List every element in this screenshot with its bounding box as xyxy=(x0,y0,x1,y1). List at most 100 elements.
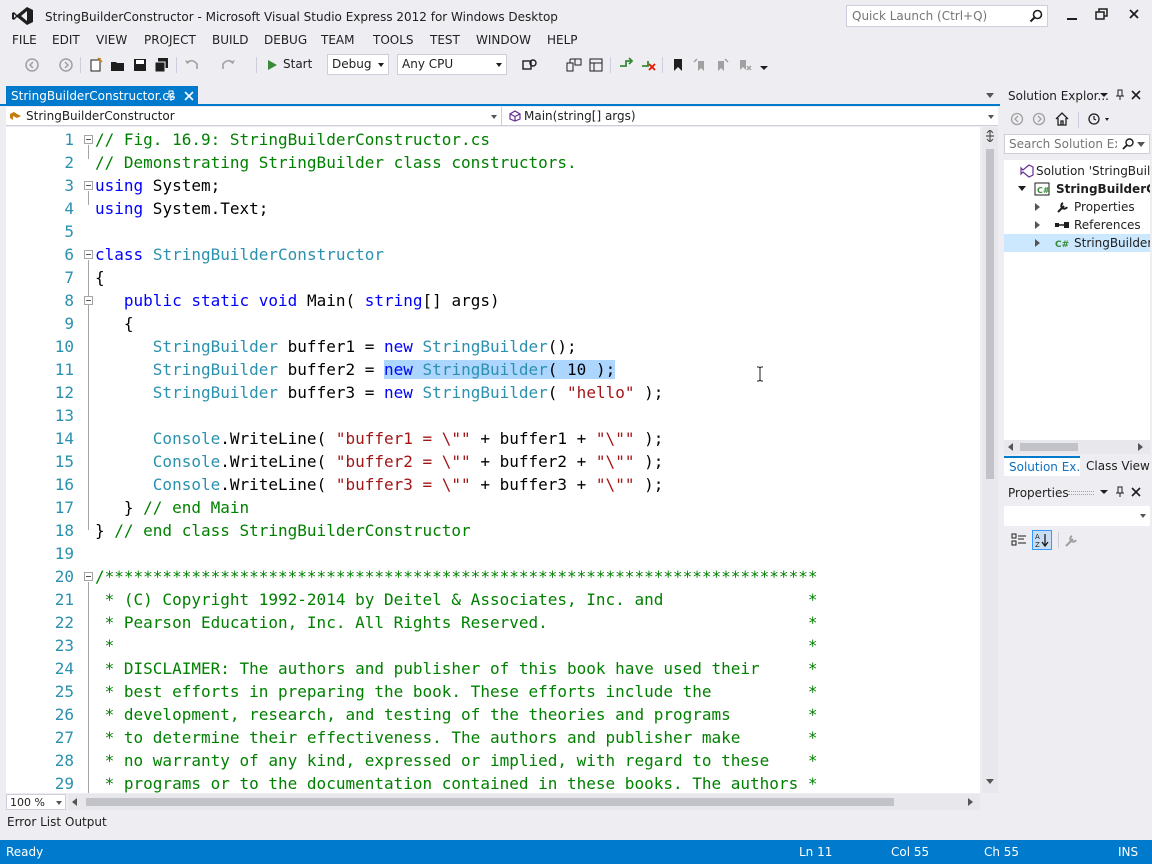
quick-launch-input[interactable] xyxy=(847,6,1022,26)
menu-build[interactable]: BUILD xyxy=(212,33,248,47)
tree-item-project[interactable]: C# StringBuilderConstructor xyxy=(1004,180,1150,198)
home-icon[interactable] xyxy=(1055,112,1069,126)
start-debugging-button[interactable]: Start xyxy=(263,54,323,75)
search-icon[interactable] xyxy=(1122,138,1134,150)
solution-search-input[interactable] xyxy=(1005,135,1117,153)
pin-icon[interactable] xyxy=(166,90,176,102)
window-position-icon[interactable] xyxy=(1098,89,1110,101)
bookmark-icon[interactable] xyxy=(670,57,686,73)
collapse-region-icon[interactable] xyxy=(84,181,93,190)
quick-launch-box[interactable] xyxy=(846,5,1048,27)
find-in-files-icon[interactable] xyxy=(522,57,538,73)
undo-icon[interactable] xyxy=(184,57,200,73)
zoom-dropdown[interactable]: 100 % xyxy=(6,794,66,810)
close-window-button[interactable] xyxy=(1120,4,1148,26)
platform-dropdown[interactable]: Any CPU xyxy=(397,54,507,75)
tab-output[interactable]: Output xyxy=(65,815,107,829)
clear-bookmarks-icon[interactable] xyxy=(736,57,752,73)
scroll-right-icon[interactable] xyxy=(1138,443,1143,451)
property-pages-icon[interactable] xyxy=(1064,532,1080,548)
tab-class-view[interactable]: Class View xyxy=(1086,459,1150,473)
solution-search-box[interactable] xyxy=(1004,134,1150,154)
types-dropdown[interactable]: StringBuilderConstructor xyxy=(6,107,502,126)
chevron-down-icon[interactable] xyxy=(1137,142,1145,148)
menu-tools[interactable]: TOOLS xyxy=(373,33,414,47)
properties-object-dropdown[interactable] xyxy=(1004,506,1150,526)
collapse-region-icon[interactable] xyxy=(84,250,93,259)
split-editor-icon[interactable] xyxy=(986,130,994,142)
pending-changes-filter-icon[interactable] xyxy=(1088,112,1112,126)
save-all-icon[interactable] xyxy=(154,57,170,73)
collapsed-arrow-icon[interactable] xyxy=(1035,203,1040,211)
menu-file[interactable]: FILE xyxy=(12,33,37,47)
close-tab-icon[interactable] xyxy=(183,90,195,102)
menu-team[interactable]: TEAM xyxy=(321,33,354,47)
collapsed-arrow-icon[interactable] xyxy=(1035,239,1040,247)
tree-item-solution[interactable]: Solution 'StringBuilderConstructor' xyxy=(1004,162,1150,180)
code-editor[interactable]: 1 2 3 4 5 6 7 8 9 10 11 12 13 14 15 16 1… xyxy=(6,127,980,793)
toolbar-overflow-icon[interactable] xyxy=(756,57,772,73)
tab-error-list[interactable]: Error List xyxy=(7,815,61,829)
editor-horizontal-scrollbar[interactable] xyxy=(68,794,980,810)
close-icon[interactable] xyxy=(1130,486,1142,498)
back-icon[interactable] xyxy=(1010,112,1024,126)
pin-icon[interactable] xyxy=(1114,486,1126,498)
line-number: 15 xyxy=(54,452,74,471)
search-icon[interactable] xyxy=(1029,9,1043,23)
members-dropdown[interactable]: Main(string[] args) xyxy=(506,107,998,126)
collapse-region-icon[interactable] xyxy=(84,572,93,581)
vertical-scroll-thumb[interactable] xyxy=(986,149,994,479)
restore-button[interactable] xyxy=(1088,4,1116,26)
collapse-region-icon[interactable] xyxy=(84,135,93,144)
navigate-back-icon[interactable] xyxy=(24,57,40,73)
scroll-down-icon[interactable] xyxy=(986,779,994,784)
pin-icon[interactable] xyxy=(1114,89,1126,101)
close-icon[interactable] xyxy=(1130,89,1142,101)
menu-window[interactable]: WINDOW xyxy=(476,33,531,47)
solution-horizontal-scrollbar[interactable] xyxy=(1004,440,1150,454)
drag-grip[interactable] xyxy=(1068,491,1094,495)
toggle-breakpoint-icon[interactable] xyxy=(618,57,634,73)
horizontal-scroll-thumb[interactable] xyxy=(1020,443,1078,451)
tab-solution-explorer[interactable]: Solution Ex... xyxy=(1004,456,1080,476)
outline-line xyxy=(88,191,89,205)
forward-icon[interactable] xyxy=(1032,112,1046,126)
class-view-icon[interactable] xyxy=(588,57,604,73)
categorized-icon[interactable] xyxy=(1010,531,1028,549)
configuration-dropdown[interactable]: Debug xyxy=(327,54,389,75)
scroll-right-icon[interactable] xyxy=(968,798,973,806)
tab-list-dropdown-icon[interactable] xyxy=(986,93,994,98)
menu-edit[interactable]: EDIT xyxy=(52,33,80,47)
collapsed-arrow-icon[interactable] xyxy=(1035,221,1040,229)
menu-help[interactable]: HELP xyxy=(547,33,578,47)
scroll-left-icon[interactable] xyxy=(1008,443,1013,451)
new-project-icon[interactable] xyxy=(88,57,104,73)
horizontal-scroll-thumb[interactable] xyxy=(86,798,894,806)
alphabetical-icon[interactable]: AZ xyxy=(1032,530,1052,550)
line-number: 12 xyxy=(54,383,74,402)
tree-item-references[interactable]: References xyxy=(1004,216,1150,234)
window-position-icon[interactable] xyxy=(1098,486,1110,498)
solution-configuration-icon[interactable] xyxy=(566,57,582,73)
collapse-region-icon[interactable] xyxy=(84,296,93,305)
tree-item-properties[interactable]: Properties xyxy=(1004,198,1150,216)
menu-test[interactable]: TEST xyxy=(430,33,460,47)
clear-breakpoints-icon[interactable] xyxy=(640,57,656,73)
line-number: 8 xyxy=(64,291,74,310)
previous-bookmark-icon[interactable] xyxy=(692,57,708,73)
open-file-icon[interactable] xyxy=(110,57,126,73)
expanded-arrow-icon[interactable] xyxy=(1018,186,1026,191)
editor-vertical-scrollbar[interactable] xyxy=(982,127,998,793)
save-icon[interactable] xyxy=(132,57,148,73)
menu-debug[interactable]: DEBUG xyxy=(264,33,307,47)
next-bookmark-icon[interactable] xyxy=(714,57,730,73)
menu-project[interactable]: PROJECT xyxy=(144,33,196,47)
solution-tree[interactable]: Solution 'StringBuilderConstructor' C# S… xyxy=(1004,160,1150,440)
scroll-left-icon[interactable] xyxy=(72,798,77,806)
menu-view[interactable]: VIEW xyxy=(96,33,127,47)
tab-stringbuilderconstructor-cs[interactable]: StringBuilderConstructor.cs xyxy=(6,86,198,106)
redo-icon[interactable] xyxy=(220,57,236,73)
tree-item-source-file[interactable]: C# StringBuilderConstructor.cs xyxy=(1004,234,1150,252)
minimize-button[interactable] xyxy=(1058,4,1086,26)
navigate-forward-icon[interactable] xyxy=(58,57,74,73)
